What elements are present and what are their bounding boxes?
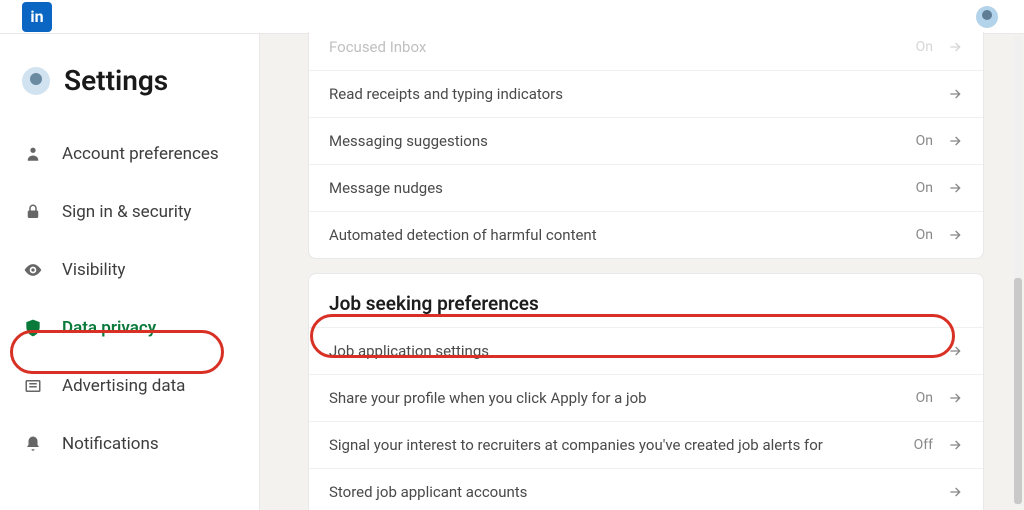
sidebar-item-data-privacy[interactable]: Data privacy	[0, 299, 259, 357]
sidebar-item-advertising-data[interactable]: Advertising data	[0, 357, 259, 415]
arrow-right-icon	[947, 484, 963, 500]
row-status: On	[916, 227, 933, 243]
arrow-right-icon	[947, 437, 963, 453]
topbar: in	[0, 0, 1024, 34]
sidebar-item-label: Advertising data	[62, 376, 185, 396]
settings-header: Settings	[0, 64, 259, 125]
row-stored-applicant-accounts[interactable]: Stored job applicant accounts	[309, 468, 983, 510]
arrow-right-icon	[947, 39, 963, 55]
main-content: Focused Inbox On Read receipts and typin…	[260, 32, 1024, 510]
section-job-seeking: Job seeking preferences Job application …	[308, 273, 984, 510]
arrow-right-icon	[947, 343, 963, 359]
sidebar-item-label: Sign in & security	[62, 202, 191, 222]
scrollbar-thumb[interactable]	[1014, 278, 1022, 504]
row-status: Off	[914, 437, 933, 453]
arrow-right-icon	[947, 180, 963, 196]
section-messaging: Focused Inbox On Read receipts and typin…	[308, 32, 984, 259]
row-label: Messaging suggestions	[329, 132, 488, 150]
person-icon	[22, 143, 44, 165]
row-label: Message nudges	[329, 179, 443, 197]
settings-avatar	[22, 67, 50, 95]
row-share-profile-apply[interactable]: Share your profile when you click Apply …	[309, 374, 983, 421]
linkedin-logo[interactable]: in	[22, 2, 52, 32]
row-label: Stored job applicant accounts	[329, 483, 527, 501]
sidebar-item-account-preferences[interactable]: Account preferences	[0, 125, 259, 183]
row-label: Read receipts and typing indicators	[329, 85, 563, 103]
page-title: Settings	[64, 64, 168, 97]
row-status: On	[916, 39, 933, 55]
arrow-right-icon	[947, 390, 963, 406]
sidebar-item-label: Visibility	[62, 260, 125, 280]
row-label: Share your profile when you click Apply …	[329, 389, 647, 407]
row-status: On	[916, 133, 933, 149]
arrow-right-icon	[947, 133, 963, 149]
row-job-application-settings[interactable]: Job application settings	[309, 327, 983, 374]
row-signal-interest-recruiters[interactable]: Signal your interest to recruiters at co…	[309, 421, 983, 468]
arrow-right-icon	[947, 86, 963, 102]
row-label: Job application settings	[329, 342, 489, 360]
row-focused-inbox[interactable]: Focused Inbox On	[309, 32, 983, 70]
eye-icon	[22, 259, 44, 281]
sidebar-item-label: Notifications	[62, 434, 159, 454]
shield-icon	[22, 317, 44, 339]
section-title: Job seeking preferences	[309, 274, 983, 327]
sidebar-item-label: Data privacy	[62, 318, 156, 338]
avatar-top[interactable]	[976, 6, 998, 28]
sidebar: Settings Account preferences Sign in & s…	[0, 34, 260, 510]
row-status: On	[916, 180, 933, 196]
lock-icon	[22, 201, 44, 223]
row-automated-detection[interactable]: Automated detection of harmful content O…	[309, 211, 983, 258]
arrow-right-icon	[947, 227, 963, 243]
sidebar-item-signin-security[interactable]: Sign in & security	[0, 183, 259, 241]
sidebar-item-visibility[interactable]: Visibility	[0, 241, 259, 299]
row-read-receipts[interactable]: Read receipts and typing indicators	[309, 70, 983, 117]
sidebar-item-label: Account preferences	[62, 144, 219, 164]
sidebar-item-notifications[interactable]: Notifications	[0, 415, 259, 473]
bell-icon	[22, 433, 44, 455]
row-messaging-suggestions[interactable]: Messaging suggestions On	[309, 117, 983, 164]
newspaper-icon	[22, 375, 44, 397]
row-label: Automated detection of harmful content	[329, 226, 597, 244]
row-label: Signal your interest to recruiters at co…	[329, 436, 823, 454]
row-message-nudges[interactable]: Message nudges On	[309, 164, 983, 211]
row-label: Focused Inbox	[329, 38, 426, 56]
row-status: On	[916, 390, 933, 406]
